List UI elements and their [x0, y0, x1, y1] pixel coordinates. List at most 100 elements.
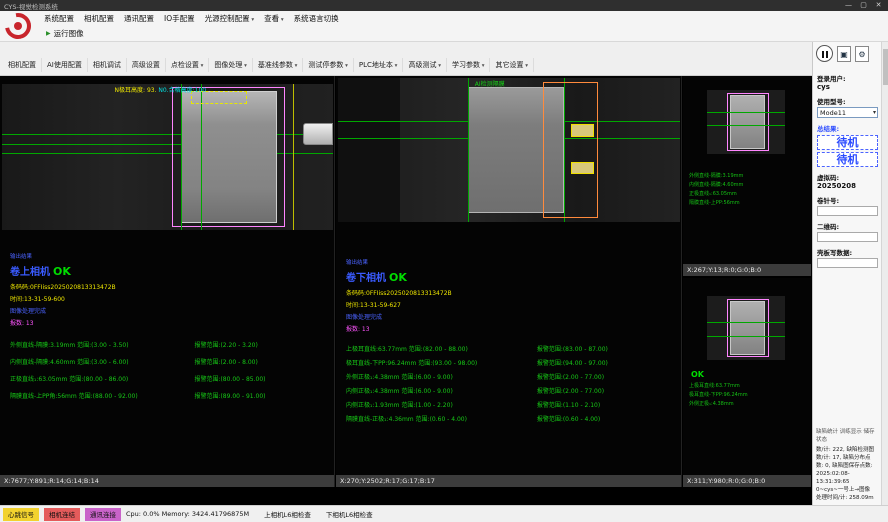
pause-button[interactable]	[816, 45, 833, 62]
alarm-range: 报警范围:(2.00 - 77.00)	[537, 385, 675, 399]
overlay-pass-text: N0.合格高度:100	[158, 87, 206, 94]
tab-other-settings[interactable]: 其它设置	[490, 58, 534, 72]
alarm-range: 报警范围:(2.00 - 8.00)	[194, 354, 328, 371]
menu-item-system-config[interactable]: 系统配置	[44, 13, 74, 24]
count-text: 报数: 13	[346, 324, 675, 333]
measure-line	[707, 112, 785, 113]
right-panel-content: 登录用户: cys 使用型号: Mode11 总结果: 待机 待机 虚拟码: 2…	[817, 68, 878, 268]
right-result-info: 输出结果 卷下相机OK 条码码:0FFIiss2025020813313472B…	[346, 258, 675, 427]
measurement-row: 内侧正极₁:4.38mm 范围:(6.00 - 9.00) 报警范围:(2.00…	[346, 385, 675, 399]
camera-view-left[interactable]: N极耳高度: 93. N0.合格高度:100 输出结果 卷上相机OK 条码码:0…	[0, 76, 335, 487]
gear-icon-button[interactable]: ⚙	[855, 46, 869, 62]
app-window: CYS-视觉检测系统 — ▢ ✕ 系统配置 相机配置 通讯配置 IO手配置 光源…	[0, 0, 888, 522]
statistics-line: 处理时间/计: 258.09m	[816, 494, 878, 502]
tab-image-processing[interactable]: 图像处理	[209, 58, 253, 72]
mini-measurement: 外侧直线-隔膜:3.19mm	[689, 172, 743, 181]
tab-camera-config[interactable]: 相机配置	[3, 58, 42, 72]
measurement-value: 内侧直线-隔膜:4.60mm 范围:(3.00 - 6.00)	[10, 354, 194, 371]
top-camera-check-label: 上相机L6相检查	[264, 509, 311, 519]
statistics-block: 缺陷统计 训练显示 储存状态 数/计: 222, 缺陷检测图 数/计: 17, …	[816, 428, 878, 502]
camera-link-indicator: 相机连结	[44, 508, 80, 521]
roi-box-orange	[543, 82, 598, 217]
camera-image-right[interactable]: AI检测隔膜	[338, 78, 680, 222]
camera-view-right[interactable]: AI检测隔膜 输出结果 卷下相机OK 条码码:0FFIiss2025020813…	[336, 76, 682, 487]
mini-measurement: 上极耳直线:63.77mm	[689, 382, 748, 391]
left-view-status: X:7677;Y:891;R:14;G:14;B:14	[0, 475, 334, 487]
measurement-value: 极耳直线-下PP:96.24mm 范围:(93.00 - 98.00)	[346, 357, 537, 371]
alarm-range: 报警范围:(2.20 - 3.20)	[194, 337, 328, 354]
virtual-code-value: 20250208	[817, 182, 878, 190]
write-data-field[interactable]	[817, 258, 878, 268]
pin-number-field[interactable]	[817, 206, 878, 216]
grid-icon-button[interactable]: ▣	[837, 46, 851, 62]
ok-badge: OK	[691, 370, 704, 379]
tab-advanced-settings[interactable]: 高级设置	[127, 58, 166, 72]
measurement-value: 外侧正极₁:4.38mm 范围:(6.00 - 9.00)	[346, 371, 537, 385]
alarm-range: 报警范围:(94.00 - 97.00)	[537, 357, 675, 371]
measurement-row: 内侧直线-隔膜:4.60mm 范围:(3.00 - 6.00) 报警范围:(2.…	[10, 354, 328, 371]
menu-item-io-config[interactable]: IO手配置	[164, 13, 195, 24]
tab-advanced-test[interactable]: 高级测试	[403, 58, 447, 72]
run-icon: ▶	[46, 30, 51, 37]
bottom-camera-check-label: 下相机L6相检查	[326, 509, 373, 519]
model-select[interactable]: Mode11	[817, 107, 878, 118]
alarm-range: 报警范围:(80.00 - 85.00)	[194, 371, 328, 388]
count-text: 报数: 13	[10, 318, 328, 327]
scrollbar-thumb[interactable]	[883, 49, 888, 85]
menu-item-camera-config[interactable]: 相机配置	[84, 13, 114, 24]
result-sub-label: 输出结果	[10, 252, 328, 260]
measurement-value: 外侧直线-隔膜:3.19mm 范围:(3.00 - 3.50)	[10, 337, 194, 354]
statistics-line: 2025:02:08-13:31:39:65	[816, 470, 878, 486]
mini-measurement-list: 上极耳直线:63.77mm 极耳直线-下PP:96.24mm 外侧正极₁:4.3…	[689, 382, 748, 409]
measurement-row: 外侧直线-隔膜:3.19mm 范围:(3.00 - 3.50) 报警范围:(2.…	[10, 337, 328, 354]
time-text: 时间:13-31-59-627	[346, 300, 675, 309]
run-image-tab[interactable]: 运行图像	[54, 28, 84, 39]
tab-spot-check[interactable]: 点检设置	[166, 58, 210, 72]
small-camera-image-bottom[interactable]	[707, 296, 785, 360]
measurement-row: 正极直线₁:63.05mm 范围:(80.00 - 86.00) 报警范围:(8…	[10, 371, 328, 388]
bottom-status-bar: 心跳信号 相机连结 通讯连接 Cpu: 0.0% Memory: 3424.41…	[0, 505, 888, 522]
camera-image-left[interactable]: N极耳高度: 93. N0.合格高度:100	[2, 84, 333, 230]
tab-camera-debug[interactable]: 相机调试	[88, 58, 127, 72]
comm-link-indicator: 通讯连接	[85, 508, 121, 521]
right-view-status: X:270;Y:2502;R:17;G:17;B:17	[336, 475, 681, 487]
measurement-row: 上极耳直线:63.77mm 范围:(82.00 - 88.00) 报警范围:(8…	[346, 343, 675, 357]
measurement-list: 上极耳直线:63.77mm 范围:(82.00 - 88.00) 报警范围:(8…	[346, 343, 675, 427]
measurement-row: 隔膜直线-正极₁:4.36mm 范围:(0.60 - 4.00) 报警范围:(0…	[346, 413, 675, 427]
highlight-spot	[571, 162, 595, 175]
small-camera-image-top[interactable]	[707, 90, 785, 154]
alarm-range: 报警范围:(0.60 - 4.00)	[537, 413, 675, 427]
tab-learning-params[interactable]: 学习参数	[447, 58, 491, 72]
barcode-text: 条码码:0FFIiss2025020813313472B	[10, 282, 328, 291]
total-result-label: 总结果:	[817, 123, 878, 133]
cpu-memory-text: Cpu: 0.0% Memory: 3424.41796875M	[126, 510, 249, 518]
tab-baseline-params[interactable]: 基准线参数	[253, 58, 304, 72]
qr-code-field[interactable]	[817, 232, 878, 242]
small-camera-view-bottom[interactable]: OK 上极耳直线:63.77mm 极耳直线-下PP:96.24mm 外侧正极₁:…	[683, 278, 811, 487]
maximize-button[interactable]: ▢	[856, 0, 871, 11]
measure-line	[707, 125, 785, 126]
measurement-value: 隔膜直线-上PP角:56mm 范围:(88.00 - 92.00)	[10, 388, 194, 405]
roi-box-pink	[727, 93, 768, 152]
login-user-value: cys	[817, 83, 878, 91]
measure-line	[707, 322, 785, 323]
measurement-row: 内侧正极₁:1.93mm 范围:(1.00 - 2.20) 报警范围:(1.10…	[346, 399, 675, 413]
small-camera-view-top[interactable]: 外侧直线-隔膜:3.19mm 内侧直线-隔膜:4.60mm 正极直线₁:63.0…	[683, 76, 811, 276]
tab-plc-address[interactable]: PLC地址本	[354, 58, 404, 72]
image-overlay-text: AI检测隔膜	[475, 79, 505, 88]
mini-measurement-list: 外侧直线-隔膜:3.19mm 内侧直线-隔膜:4.60mm 正极直线₁:63.0…	[689, 172, 743, 208]
right-scrollbar[interactable]	[881, 42, 888, 505]
menu-item-language[interactable]: 系统语言切换	[294, 13, 339, 24]
menu-item-comm-config[interactable]: 通讯配置	[124, 13, 154, 24]
statistics-line: 数/计: 222, 缺陷检测图	[816, 446, 878, 454]
alarm-range: 报警范围:(83.00 - 87.00)	[537, 343, 675, 357]
small-top-view-status: X:267;Y:13;R:0;G:0;B:0	[683, 264, 811, 276]
measure-line-vertical	[201, 84, 202, 230]
close-button[interactable]: ✕	[871, 0, 886, 11]
menu-item-light-config[interactable]: 光源控制配置	[205, 13, 255, 24]
statistics-line: 数/计: 17, 缺陷分布点	[816, 454, 878, 462]
tab-ai-config[interactable]: AI使用配置	[42, 58, 88, 72]
minimize-button[interactable]: —	[841, 0, 856, 11]
menu-item-view[interactable]: 查看	[264, 13, 284, 24]
tab-test-stop-params[interactable]: 测试停参数	[303, 58, 354, 72]
